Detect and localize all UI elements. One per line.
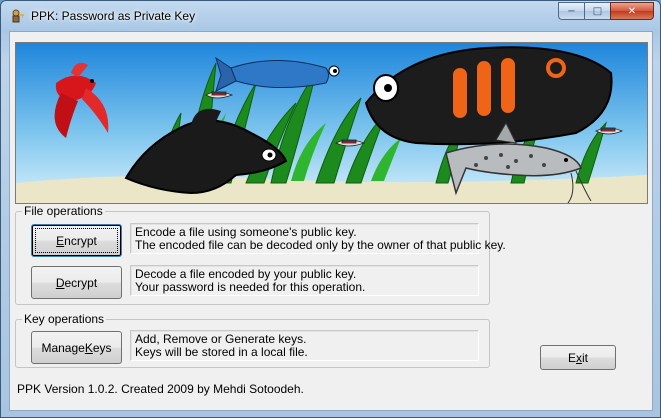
maximize-button[interactable]: □ <box>584 2 610 20</box>
manage-keys-description: Add, Remove or Generate keys. Keys will … <box>130 330 479 361</box>
encrypt-button[interactable]: Encrypt <box>31 224 122 257</box>
maximize-icon: □ <box>592 5 603 17</box>
version-footer: PPK Version 1.0.2. Created 2009 by Mehdi… <box>17 382 304 396</box>
window-title: PPK: Password as Private Key <box>31 9 196 23</box>
exit-label-pre: E <box>567 350 576 365</box>
close-button[interactable]: ✕ <box>610 2 654 20</box>
decrypt-label-post: ecrypt <box>64 275 98 290</box>
key-operations-label: Key operations <box>22 312 107 326</box>
aquarium-illustration <box>16 43 647 203</box>
manage-keys-button[interactable]: Manage Keys <box>31 331 122 364</box>
minimize-icon: − <box>567 5 576 17</box>
caption-buttons: − □ ✕ <box>558 2 654 20</box>
encrypt-desc-line2: The encoded file can be decoded only by … <box>135 238 506 252</box>
encrypt-label-mnemonic: E <box>56 233 65 248</box>
decrypt-label-mnemonic: D <box>55 275 65 290</box>
dialog-client-area: File operations Encrypt Encode a file us… <box>9 31 653 411</box>
file-operations-label: File operations <box>22 204 105 218</box>
decrypt-button[interactable]: Decrypt <box>31 266 122 299</box>
encrypt-description: Encode a file using someone's public key… <box>130 223 506 254</box>
file-operations-group: File operations Encrypt Encode a file us… <box>15 204 506 305</box>
aquarium-banner <box>15 42 648 204</box>
app-window: PPK: Password as Private Key − □ ✕ File … <box>0 0 661 418</box>
manage-keys-label-pre: Manage <box>41 340 85 355</box>
manage-keys-label-mnemonic: K <box>84 340 93 355</box>
encrypt-label-post: ncrypt <box>64 233 97 248</box>
title-bar[interactable]: PPK: Password as Private Key − □ ✕ <box>1 1 660 31</box>
exit-label-post: it <box>582 350 588 365</box>
decrypt-description: Decode a file encoded by your public key… <box>130 265 479 296</box>
decrypt-desc-line2: Your password is needed for this operati… <box>135 280 366 294</box>
manage-keys-label-post: eys <box>92 340 112 355</box>
close-icon: ✕ <box>627 5 637 17</box>
key-person-icon <box>12 9 24 23</box>
exit-button[interactable]: Ex it <box>540 345 616 370</box>
manage-keys-desc-line2: Keys will be stored in a local file. <box>135 345 308 359</box>
key-operations-group: Key operations Manage Keys Add, Remove o… <box>15 312 490 368</box>
minimize-button[interactable]: − <box>558 2 584 20</box>
